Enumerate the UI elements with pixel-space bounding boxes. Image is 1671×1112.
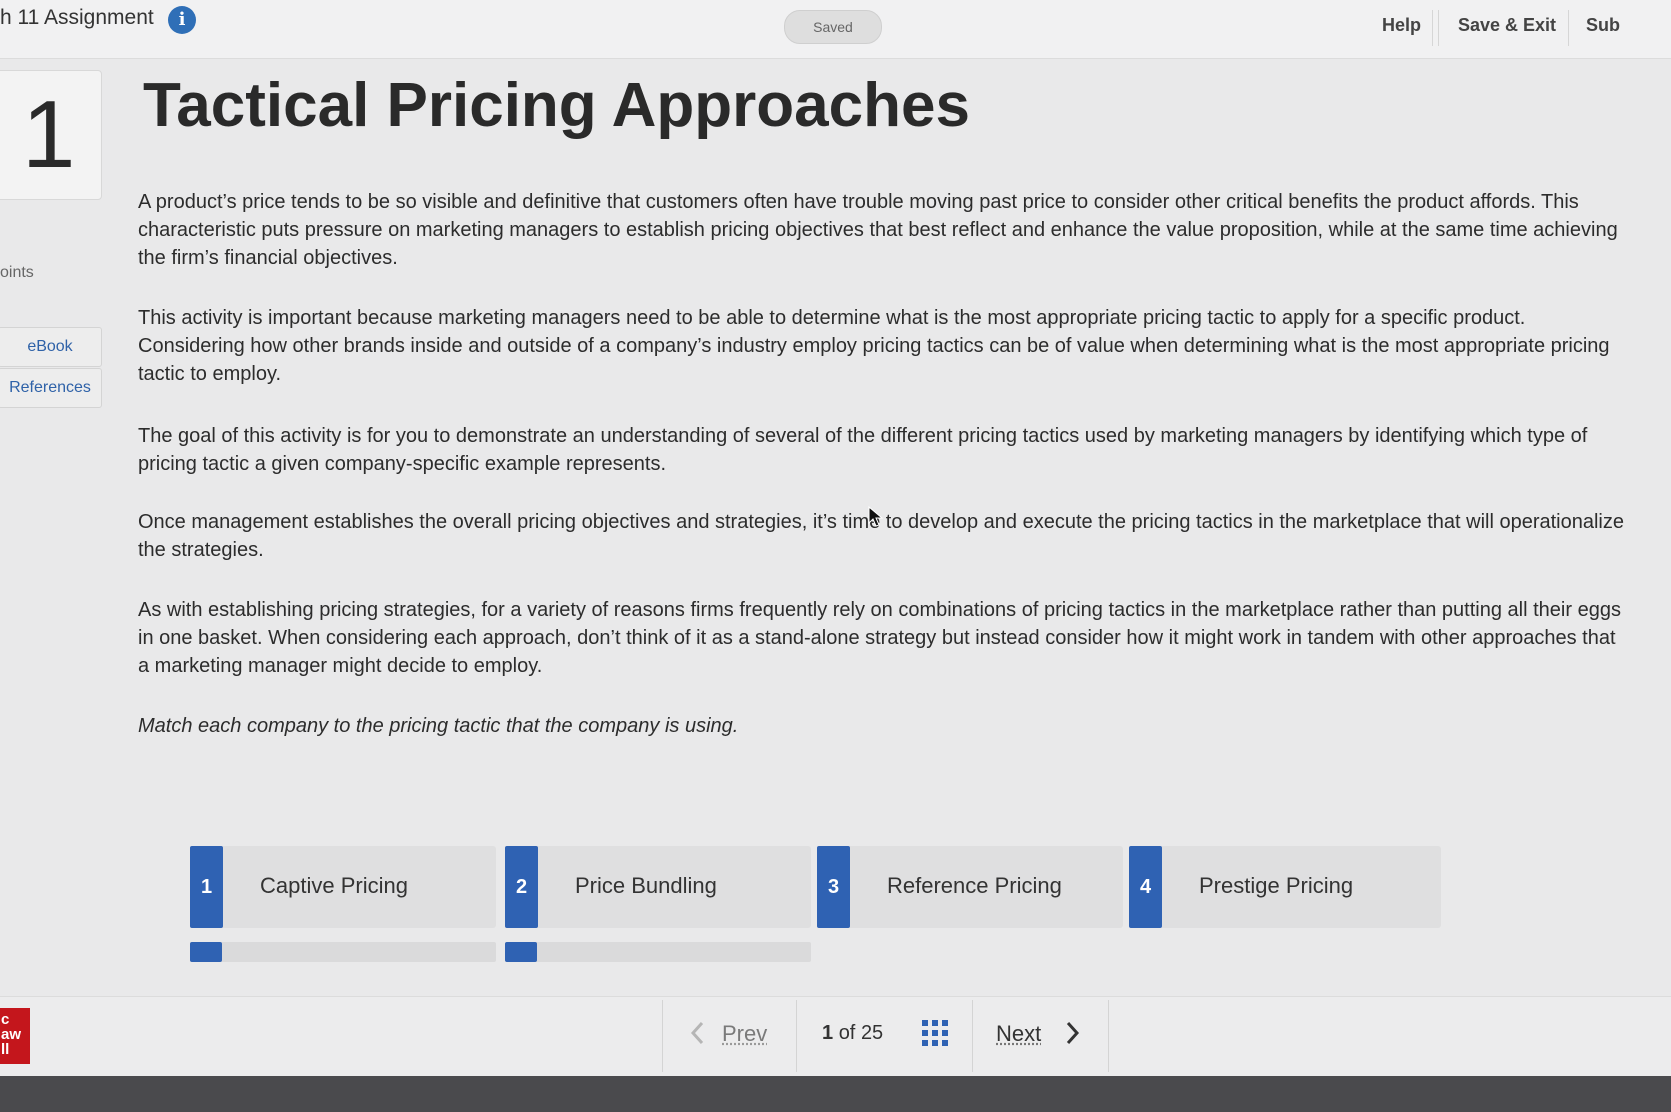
help-button[interactable]: Help xyxy=(1382,15,1421,36)
drop-zone[interactable] xyxy=(505,942,811,962)
tactic-number-badge: 2 xyxy=(505,846,538,928)
chevron-left-icon[interactable] xyxy=(688,1018,706,1048)
screen-bezel xyxy=(0,1076,1671,1112)
total-pages: 25 xyxy=(860,1022,884,1044)
prev-button[interactable]: Prev xyxy=(722,1021,767,1047)
page-title: Tactical Pricing Approaches xyxy=(143,71,970,140)
drag-handle[interactable] xyxy=(505,942,537,962)
nav-divider xyxy=(1568,10,1569,46)
tactic-tile-captive-pricing[interactable]: 1 Captive Pricing xyxy=(190,846,496,928)
tactic-number-badge: 1 xyxy=(190,846,223,928)
question-number: 1 xyxy=(22,81,76,188)
references-button[interactable]: References xyxy=(0,368,102,408)
tactic-tile-prestige-pricing[interactable]: 4 Prestige Pricing xyxy=(1129,846,1441,928)
nav-divider xyxy=(1438,10,1439,46)
page-indicator: 1 of 25 xyxy=(822,1022,883,1045)
info-icon[interactable]: i xyxy=(168,6,196,34)
tactic-label: Price Bundling xyxy=(575,873,717,898)
tactic-tile-price-bundling[interactable]: 2 Price Bundling xyxy=(505,846,811,928)
tactic-number-badge: 4 xyxy=(1129,846,1162,928)
save-exit-button[interactable]: Save & Exit xyxy=(1458,15,1556,36)
drag-handle[interactable] xyxy=(190,942,222,962)
goal-paragraph: The goal of this activity is for you to … xyxy=(138,425,1588,475)
chevron-right-icon[interactable] xyxy=(1064,1018,1082,1048)
tactic-tile-reference-pricing[interactable]: 3 Reference Pricing xyxy=(817,846,1123,928)
publisher-logo: c aw ll xyxy=(0,1008,30,1064)
cursor-icon xyxy=(868,506,884,527)
top-bar: h 11 Assignment i Saved Help Save & Exit… xyxy=(0,0,1671,59)
next-button[interactable]: Next xyxy=(996,1021,1041,1047)
grid-icon[interactable] xyxy=(922,1020,948,1046)
pager-divider xyxy=(796,1000,797,1072)
tactic-number-badge: 3 xyxy=(817,846,850,928)
tactic-label: Prestige Pricing xyxy=(1199,873,1354,898)
current-page: 1 xyxy=(822,1022,834,1044)
assignment-title: h 11 Assignment xyxy=(0,6,154,29)
importance-paragraph: This activity is important because marke… xyxy=(138,307,1610,385)
ebook-button[interactable]: eBook xyxy=(0,327,102,367)
intro-paragraph: A product’s price tends to be so visible… xyxy=(138,191,1618,269)
saved-status-badge: Saved xyxy=(784,10,882,44)
pager-divider xyxy=(662,1000,663,1072)
nav-divider xyxy=(1432,10,1433,46)
combinations-paragraph: As with establishing pricing strategies,… xyxy=(138,599,1621,677)
drop-zone[interactable] xyxy=(190,942,496,962)
instruction-text: Match each company to the pricing tactic… xyxy=(138,715,739,737)
submit-button[interactable]: Sub xyxy=(1586,15,1620,36)
tactic-label: Captive Pricing xyxy=(260,873,408,898)
pager-divider xyxy=(972,1000,973,1072)
points-label: oints xyxy=(0,264,34,281)
tactic-label: Reference Pricing xyxy=(887,873,1062,898)
of-label: of xyxy=(838,1022,856,1044)
pager-divider xyxy=(1108,1000,1109,1072)
